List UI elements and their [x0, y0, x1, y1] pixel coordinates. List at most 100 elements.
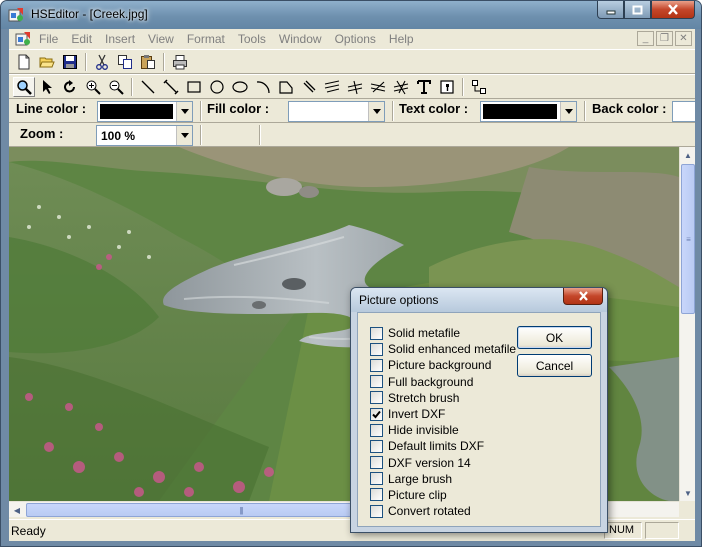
document-icon[interactable] [15, 30, 32, 47]
doc-minimize-button[interactable]: _ [637, 31, 654, 46]
freehand-tool-button[interactable] [321, 77, 343, 97]
menu-insert[interactable]: Insert [105, 32, 135, 46]
maximize-button[interactable] [624, 1, 651, 19]
option-row[interactable]: Picture background [370, 357, 516, 373]
zoom-out-button[interactable] [105, 77, 127, 97]
line-color-combo[interactable] [97, 101, 193, 122]
window-title: HSEditor - [Creek.jpg] [31, 7, 148, 21]
dimension-line-icon [163, 79, 179, 95]
ok-button[interactable]: OK [517, 326, 592, 349]
rotate-button[interactable] [59, 77, 81, 97]
option-row[interactable]: DXF version 14 [370, 455, 516, 471]
option-label: Solid metafile [388, 326, 461, 341]
pen-tool-button[interactable] [298, 77, 320, 97]
option-label: Picture background [388, 358, 492, 373]
minimize-button[interactable] [597, 1, 624, 19]
polygon-tool-icon [279, 81, 293, 94]
option-row[interactable]: Solid enhanced metafile [370, 341, 516, 357]
circle-tool-button[interactable] [206, 77, 228, 97]
option-checkbox[interactable] [370, 375, 383, 389]
option-row[interactable]: Convert rotated [370, 503, 516, 519]
option-checkbox[interactable] [370, 488, 383, 502]
line-color-dropdown[interactable] [176, 102, 192, 121]
text-color-combo[interactable] [480, 101, 577, 122]
option-label: Convert rotated [388, 504, 471, 519]
option-row[interactable]: Stretch brush [370, 390, 516, 406]
menu-help[interactable]: Help [389, 32, 414, 46]
cancel-button[interactable]: Cancel [517, 354, 592, 377]
option-row[interactable]: Solid metafile [370, 325, 516, 341]
select-button[interactable] [36, 77, 58, 97]
open-button[interactable] [36, 52, 58, 72]
open-folder-icon [39, 57, 55, 68]
zoom-in-button[interactable] [82, 77, 104, 97]
spline-tool-icon [370, 81, 386, 93]
scroll-left-button[interactable]: ◀ [9, 502, 25, 518]
zoom-tool-button[interactable] [13, 77, 35, 97]
option-checkbox[interactable] [370, 472, 383, 486]
rectangle-tool-button[interactable] [183, 77, 205, 97]
text-tool-button[interactable] [413, 77, 435, 97]
line-tool-button[interactable] [137, 77, 159, 97]
grip-icon: ≡ [686, 234, 691, 244]
ellipse-tool-button[interactable] [229, 77, 251, 97]
arc-tool-button[interactable] [252, 77, 274, 97]
print-button[interactable] [169, 52, 191, 72]
curve-tool-button[interactable] [344, 77, 366, 97]
new-button[interactable] [13, 52, 35, 72]
scroll-up-button[interactable]: ▲ [680, 147, 696, 163]
dialog-close-button[interactable] [563, 288, 603, 305]
option-label: Picture clip [388, 487, 447, 502]
polygon-tool-button[interactable] [275, 77, 297, 97]
zoom-dropdown[interactable] [176, 126, 192, 145]
option-checkbox[interactable] [370, 326, 383, 340]
cut-button[interactable] [91, 52, 113, 72]
option-checkbox[interactable] [370, 391, 383, 405]
doc-close-button[interactable]: ✕ [675, 31, 692, 46]
close-button[interactable] [651, 1, 695, 19]
dimension-line-button[interactable] [160, 77, 182, 97]
rotate-icon [64, 80, 75, 93]
bezier-tool-button[interactable] [390, 77, 412, 97]
image-insert-button[interactable] [436, 77, 458, 97]
option-checkbox[interactable] [370, 456, 383, 470]
option-row[interactable]: Hide invisible [370, 422, 516, 438]
link-tool-button[interactable] [468, 77, 490, 97]
scroll-down-button[interactable]: ▼ [680, 485, 696, 501]
option-row[interactable]: Full background [370, 374, 516, 390]
option-checkbox[interactable] [370, 504, 383, 518]
vertical-scrollbar[interactable]: ▲ ≡ ▼ [679, 147, 695, 501]
vertical-scroll-thumb[interactable]: ≡ [681, 164, 695, 314]
menu-tools[interactable]: Tools [238, 32, 266, 46]
text-color-dropdown[interactable] [560, 102, 576, 121]
menu-options[interactable]: Options [335, 32, 376, 46]
menu-bar: File Edit Insert View Format Tools Windo… [9, 29, 695, 49]
spline-tool-button[interactable] [367, 77, 389, 97]
menu-format[interactable]: Format [187, 32, 225, 46]
paste-button[interactable] [137, 52, 159, 72]
dialog-title-bar[interactable]: Picture options [351, 288, 607, 312]
menu-view[interactable]: View [148, 32, 174, 46]
option-row[interactable]: Picture clip [370, 487, 516, 503]
option-checkbox[interactable] [370, 358, 383, 372]
title-bar[interactable]: HSEditor - [Creek.jpg] [1, 1, 701, 29]
copy-button[interactable] [114, 52, 136, 72]
back-color-combo[interactable] [672, 101, 695, 122]
save-button[interactable] [59, 52, 81, 72]
option-checkbox[interactable] [370, 439, 383, 453]
menu-file[interactable]: File [39, 32, 58, 46]
option-label: Hide invisible [388, 423, 459, 438]
fill-color-combo[interactable] [288, 101, 385, 122]
zoom-tool-icon [17, 80, 32, 95]
option-row[interactable]: Invert DXF [370, 406, 516, 422]
option-checkbox[interactable] [370, 342, 383, 356]
menu-edit[interactable]: Edit [71, 32, 92, 46]
option-row[interactable]: Default limits DXF [370, 438, 516, 454]
option-row[interactable]: Large brush [370, 471, 516, 487]
option-checkbox[interactable] [370, 423, 383, 437]
menu-window[interactable]: Window [279, 32, 322, 46]
fill-color-dropdown[interactable] [368, 102, 384, 121]
doc-restore-button[interactable]: ❐ [656, 31, 673, 46]
zoom-combo[interactable]: 100 % [96, 125, 193, 146]
option-checkbox[interactable] [370, 407, 383, 421]
